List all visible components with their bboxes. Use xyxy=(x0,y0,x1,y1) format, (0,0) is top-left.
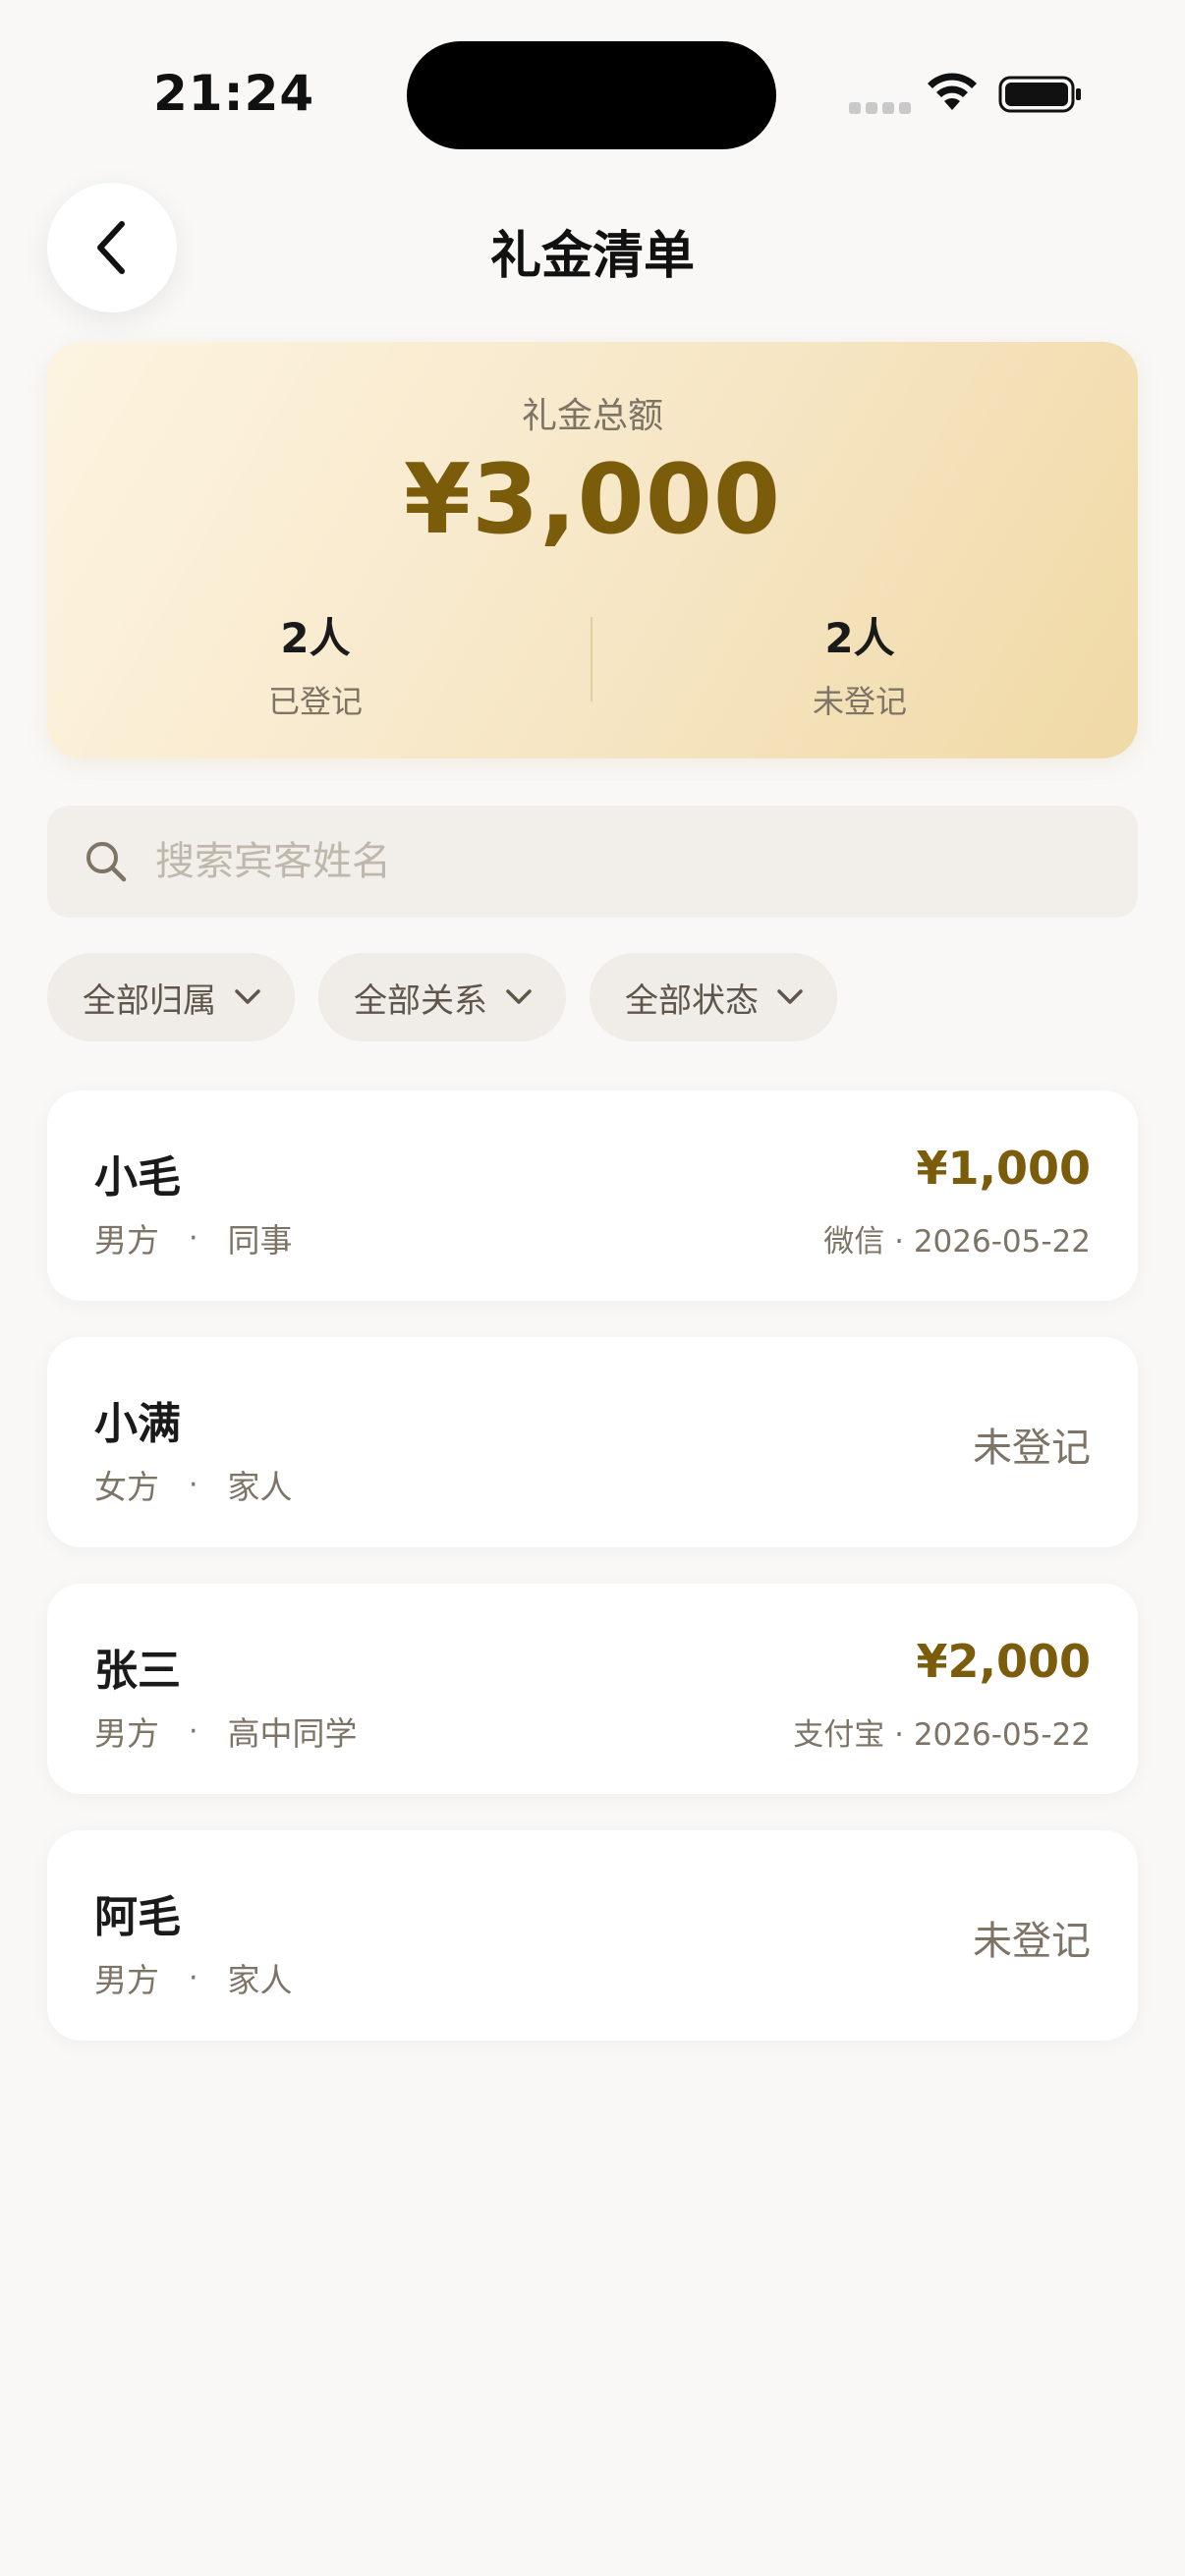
registered-stat: 2人 已登记 xyxy=(96,605,535,722)
guest-side: 男方 xyxy=(94,1961,159,1999)
status-time: 21:24 xyxy=(153,65,315,122)
unregistered-label: 未登记 xyxy=(812,683,907,720)
total-amount: ¥3,000 xyxy=(403,444,782,556)
battery-icon xyxy=(998,76,1081,113)
guest-side: 男方 xyxy=(94,1714,159,1753)
guest-side: 女方 xyxy=(94,1468,159,1506)
guest-payment-detail: 微信 · 2026-05-22 xyxy=(823,1224,1091,1260)
unregistered-stat: 2人 未登记 xyxy=(641,605,1079,722)
guest-meta: 女方 · 家人 xyxy=(94,1461,293,1508)
guest-relation: 高中同学 xyxy=(227,1714,358,1753)
total-label: 礼金总额 xyxy=(521,396,663,436)
guest-name: 小满 xyxy=(94,1399,181,1449)
search-icon xyxy=(86,842,127,882)
filter-relation[interactable]: 全部关系 xyxy=(318,953,566,1041)
signal-icon xyxy=(849,102,911,114)
guest-relation: 同事 xyxy=(227,1221,293,1260)
guest-name: 张三 xyxy=(94,1646,181,1696)
guest-card[interactable]: 小毛 男方 · 同事 ¥1,000 微信 · 2026-05-22 xyxy=(47,1091,1138,1301)
filter-side[interactable]: 全部归属 xyxy=(47,953,295,1041)
guest-status: 未登记 xyxy=(973,1919,1091,1964)
guest-meta: 男方 · 高中同学 xyxy=(94,1708,358,1755)
filter-bar: 全部归属 全部关系 全部状态 xyxy=(47,953,837,1041)
guest-relation: 家人 xyxy=(227,1961,293,1999)
summary-card: 礼金总额 ¥3,000 2人 已登记 2人 未登记 xyxy=(47,342,1138,758)
filter-status[interactable]: 全部状态 xyxy=(590,953,837,1041)
registered-label: 已登记 xyxy=(267,683,363,720)
guest-amount: ¥1,000 xyxy=(916,1142,1091,1195)
guest-status: 未登记 xyxy=(973,1426,1091,1471)
page-title: 礼金清单 xyxy=(489,227,695,286)
chevron-down-icon xyxy=(506,989,532,1004)
filter-relation-label: 全部关系 xyxy=(354,980,487,1021)
guest-card[interactable]: 阿毛 男方 · 家人 未登记 xyxy=(47,1830,1138,2041)
unregistered-count: 2人 xyxy=(824,614,895,662)
guest-name: 小毛 xyxy=(94,1152,181,1203)
wifi-icon xyxy=(928,73,977,110)
guest-meta: 男方 · 家人 xyxy=(94,1954,293,2001)
guest-name: 阿毛 xyxy=(94,1892,181,1942)
filter-status-label: 全部状态 xyxy=(625,980,759,1021)
stat-divider xyxy=(591,617,592,701)
chevron-down-icon xyxy=(777,989,803,1004)
search-bar[interactable] xyxy=(47,806,1138,918)
guest-meta: 男方 · 同事 xyxy=(94,1214,293,1261)
registered-count: 2人 xyxy=(280,614,351,662)
search-input[interactable] xyxy=(155,839,1040,884)
filter-side-label: 全部归属 xyxy=(83,980,216,1021)
guest-card[interactable]: 张三 男方 · 高中同学 ¥2,000 支付宝 · 2026-05-22 xyxy=(47,1584,1138,1794)
guest-card[interactable]: 小满 女方 · 家人 未登记 xyxy=(47,1337,1138,1547)
guest-relation: 家人 xyxy=(227,1468,293,1506)
dynamic-island xyxy=(407,41,776,149)
gift-money-list-screen: 21:24 礼金清单 礼金总额 ¥3,000 2人 已登记 2人 未登记 搜索宾… xyxy=(0,0,1185,2576)
chevron-down-icon xyxy=(235,989,260,1004)
guest-amount: ¥2,000 xyxy=(916,1635,1091,1688)
guest-payment-detail: 支付宝 · 2026-05-22 xyxy=(793,1717,1091,1753)
guest-side: 男方 xyxy=(94,1221,159,1260)
